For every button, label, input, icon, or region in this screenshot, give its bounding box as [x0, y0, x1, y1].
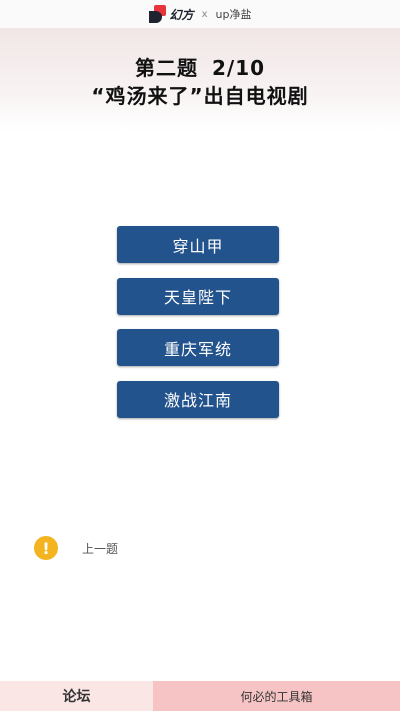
brand-separator: x	[201, 8, 208, 20]
quiz-page: 幻方 x up净盐 第二题 2/10 “鸡汤来了”出自电视剧 穿山甲 天皇陛下 重…	[0, 0, 400, 711]
brand-logo: 幻方	[148, 5, 194, 23]
question-number: 第二题	[134, 56, 198, 80]
answer-option-1[interactable]: 穿山甲	[117, 226, 279, 263]
tab-forum[interactable]: 论坛	[0, 681, 153, 711]
exclamation-icon: !	[34, 536, 58, 560]
answer-options: 穿山甲 天皇陛下 重庆军统 激战江南	[117, 226, 279, 432]
bottom-bar: 论坛 何必的工具箱	[0, 681, 400, 711]
answer-option-3[interactable]: 重庆军统	[117, 329, 279, 366]
brand-logo-icon	[148, 5, 167, 23]
brand-logo-text: 幻方	[169, 7, 194, 22]
answer-option-2[interactable]: 天皇陛下	[117, 277, 279, 315]
question-header: 第二题 2/10 “鸡汤来了”出自电视剧	[0, 28, 400, 132]
previous-question-button[interactable]: ! 上一题	[34, 536, 118, 560]
brand-partner: up净盐	[215, 8, 252, 21]
question-prompt: “鸡汤来了”出自电视剧	[91, 84, 309, 108]
tab-toolbox[interactable]: 何必的工具箱	[153, 681, 400, 711]
answer-option-4[interactable]: 激战江南	[117, 380, 279, 418]
brand-bar: 幻方 x up净盐	[0, 0, 400, 28]
question-progress: 2/10	[211, 56, 266, 80]
previous-question-label: 上一题	[82, 541, 119, 556]
question-title: 第二题 2/10	[0, 52, 400, 81]
